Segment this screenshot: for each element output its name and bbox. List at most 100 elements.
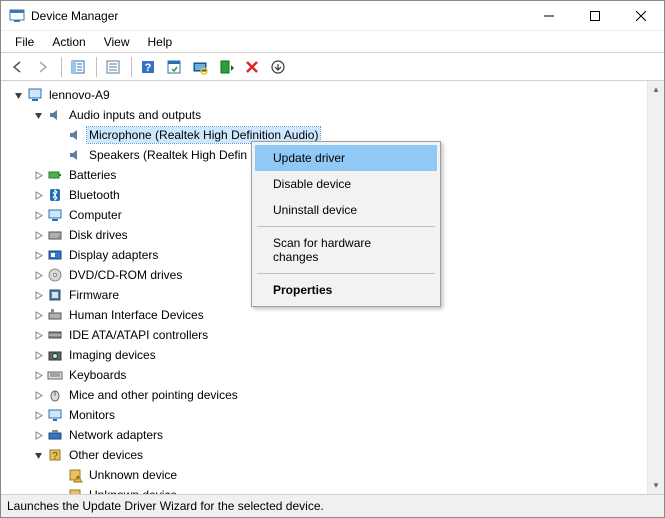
unknown-device-icon: ! [67, 487, 83, 494]
scroll-up-button[interactable]: ▴ [648, 81, 664, 98]
disable-icon[interactable] [266, 55, 290, 79]
scroll-down-button[interactable]: ▾ [648, 477, 664, 494]
window-buttons [526, 1, 664, 30]
toolbar-separator [61, 57, 62, 77]
ctx-properties[interactable]: Properties [255, 277, 437, 303]
chevron-down-icon[interactable] [31, 448, 45, 462]
show-hide-console-tree-icon[interactable] [66, 55, 90, 79]
tree-item-monitors[interactable]: Monitors [7, 405, 647, 425]
chevron-right-icon[interactable] [31, 428, 45, 442]
tree-item-keyboards[interactable]: Keyboards [7, 365, 647, 385]
computer-icon [47, 207, 63, 223]
vertical-scrollbar[interactable]: ▴ ▾ [647, 81, 664, 494]
help-icon[interactable]: ? [136, 55, 160, 79]
network-icon [47, 427, 63, 443]
svg-text:!: ! [77, 477, 79, 484]
tree-item-imaging[interactable]: Imaging devices [7, 345, 647, 365]
bluetooth-icon [47, 187, 63, 203]
tree-item-netadapters[interactable]: Network adapters [7, 425, 647, 445]
tree-item-otherdevices[interactable]: ? Other devices [7, 445, 647, 465]
chevron-right-icon[interactable] [31, 408, 45, 422]
scroll-track[interactable] [648, 98, 664, 477]
tree-item-ide[interactable]: IDE ATA/ATAPI controllers [7, 325, 647, 345]
unknown-device-icon: ! [67, 467, 83, 483]
chevron-right-icon[interactable] [31, 328, 45, 342]
ctx-disable-device[interactable]: Disable device [255, 171, 437, 197]
tree-item-hid[interactable]: Human Interface Devices [7, 305, 647, 325]
menu-view[interactable]: View [96, 33, 138, 51]
chevron-right-icon[interactable] [31, 288, 45, 302]
ctx-scan-hardware[interactable]: Scan for hardware changes [255, 230, 437, 270]
display-adapter-icon [47, 247, 63, 263]
chevron-right-icon[interactable] [31, 388, 45, 402]
toolbar: ? [1, 53, 664, 81]
hid-icon [47, 307, 63, 323]
window-title: Device Manager [31, 9, 118, 23]
spacer [51, 468, 65, 482]
tree-label: lennovo-A9 [47, 87, 112, 103]
spacer [51, 128, 65, 142]
chevron-right-icon[interactable] [31, 188, 45, 202]
tree-label: Monitors [67, 407, 117, 423]
chevron-down-icon[interactable] [11, 88, 25, 102]
chevron-right-icon[interactable] [31, 368, 45, 382]
spacer [51, 148, 65, 162]
tree-item-mice[interactable]: Mice and other pointing devices [7, 385, 647, 405]
speaker-icon [47, 107, 63, 123]
tree-label: Imaging devices [67, 347, 158, 363]
minimize-button[interactable] [526, 1, 572, 30]
action-icon[interactable] [162, 55, 186, 79]
ctx-update-driver[interactable]: Update driver [255, 145, 437, 171]
spacer [51, 488, 65, 494]
chevron-right-icon[interactable] [31, 168, 45, 182]
tree-label: Other devices [67, 447, 145, 463]
camera-icon [47, 347, 63, 363]
chevron-right-icon[interactable] [31, 308, 45, 322]
chevron-right-icon[interactable] [31, 348, 45, 362]
tree-label: Bluetooth [67, 187, 122, 203]
tree-label: DVD/CD-ROM drives [67, 267, 184, 283]
menu-action[interactable]: Action [44, 33, 93, 51]
uninstall-icon[interactable] [240, 55, 264, 79]
tree-item-unknown[interactable]: ! Unknown device [7, 485, 647, 494]
speaker-icon [67, 147, 83, 163]
keyboard-icon [47, 367, 63, 383]
computer-icon [27, 87, 43, 103]
update-driver-icon[interactable] [214, 55, 238, 79]
menu-file[interactable]: File [7, 33, 42, 51]
tree-label: Network adapters [67, 427, 165, 443]
forward-button[interactable] [31, 55, 55, 79]
chevron-down-icon[interactable] [31, 108, 45, 122]
tree-item-audio[interactable]: Audio inputs and outputs [7, 105, 647, 125]
tree-label: Mice and other pointing devices [67, 387, 240, 403]
ctx-separator [257, 226, 435, 227]
close-button[interactable] [618, 1, 664, 30]
ctx-uninstall-device[interactable]: Uninstall device [255, 197, 437, 223]
tree-label: Batteries [67, 167, 118, 183]
chevron-right-icon[interactable] [31, 208, 45, 222]
status-bar: Launches the Update Driver Wizard for th… [1, 495, 664, 517]
chevron-right-icon[interactable] [31, 268, 45, 282]
context-menu: Update driver Disable device Uninstall d… [251, 141, 441, 307]
chevron-right-icon[interactable] [31, 228, 45, 242]
tree-label: Audio inputs and outputs [67, 107, 203, 123]
menu-help[interactable]: Help [140, 33, 181, 51]
tree-label: Keyboards [67, 367, 128, 383]
tree-label: Computer [67, 207, 124, 223]
properties-icon[interactable] [101, 55, 125, 79]
ctx-separator [257, 273, 435, 274]
ide-icon [47, 327, 63, 343]
scan-hardware-icon[interactable] [188, 55, 212, 79]
disk-icon [47, 227, 63, 243]
maximize-button[interactable] [572, 1, 618, 30]
tree-label: Speakers (Realtek High Defin [87, 147, 249, 163]
tree-item-unknown[interactable]: ! Unknown device [7, 465, 647, 485]
other-devices-icon: ? [47, 447, 63, 463]
back-button[interactable] [5, 55, 29, 79]
tree-root[interactable]: lennovo-A9 [7, 85, 647, 105]
tree-label: Firmware [67, 287, 121, 303]
chevron-right-icon[interactable] [31, 248, 45, 262]
tree-label: Human Interface Devices [67, 307, 206, 323]
speaker-icon [67, 127, 83, 143]
tree-label: IDE ATA/ATAPI controllers [67, 327, 210, 343]
